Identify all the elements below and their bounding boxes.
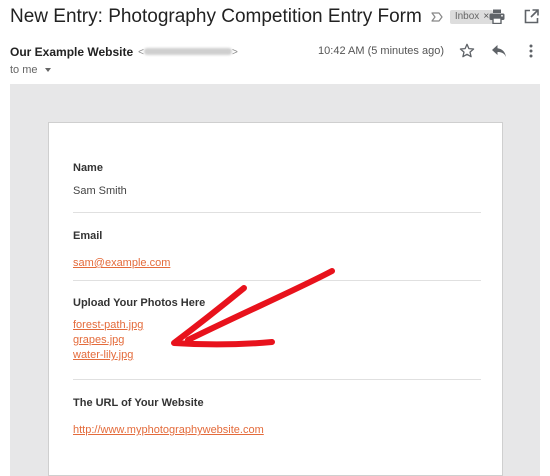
more-options-icon[interactable] (522, 42, 540, 60)
upload-label: Upload Your Photos Here (73, 297, 206, 309)
reply-icon[interactable] (490, 42, 508, 60)
subject-row: New Entry: Photography Competition Entry… (10, 5, 494, 29)
divider (73, 280, 481, 281)
open-in-new-window-icon[interactable] (522, 7, 540, 25)
inbox-label-text: Inbox (454, 11, 480, 22)
message-body: Name Sam Smith Email sam@example.com Upl… (10, 84, 540, 476)
email-subject: New Entry: Photography Competition Entry… (10, 6, 422, 27)
divider (73, 212, 481, 213)
email-link[interactable]: sam@example.com (73, 257, 170, 269)
email-label: Email (73, 230, 103, 242)
message-meta: 10:42 AM (5 minutes ago) (318, 42, 540, 60)
top-toolbar (488, 7, 540, 25)
form-entry-card: Name Sam Smith Email sam@example.com Upl… (48, 122, 503, 476)
recipient-details-toggle[interactable]: to me (10, 64, 51, 76)
name-field: Name Sam Smith (73, 162, 481, 197)
file-link[interactable]: water-lily.jpg (73, 349, 481, 361)
uploaded-file-list: forest-path.jpg grapes.jpg water-lily.jp… (73, 319, 481, 361)
website-url-link[interactable]: http://www.myphotographywebsite.com (73, 424, 264, 436)
message-actions (458, 42, 540, 60)
sender-row: Our Example Website < > (10, 45, 238, 59)
sender-name[interactable]: Our Example Website (10, 45, 133, 59)
redacted-email-address (144, 48, 232, 56)
importance-marker-icon[interactable] (430, 10, 444, 24)
recipient-label: to me (10, 64, 38, 76)
timestamp: 10:42 AM (5 minutes ago) (318, 45, 444, 57)
star-icon[interactable] (458, 42, 476, 60)
website-url-label: The URL of Your Website (73, 397, 204, 409)
chevron-down-icon (44, 68, 51, 72)
sender-email-close: > (232, 46, 238, 58)
name-value: Sam Smith (73, 185, 127, 197)
upload-field: Upload Your Photos Here forest-path.jpg … (73, 297, 481, 361)
print-icon[interactable] (488, 7, 506, 25)
divider (73, 379, 481, 380)
sender-email: < > (138, 47, 238, 58)
email-field: Email sam@example.com (73, 230, 481, 271)
inbox-label-chip[interactable]: Inbox × (449, 10, 494, 24)
website-url-field: The URL of Your Website http://www.mypho… (73, 397, 481, 438)
file-link[interactable]: grapes.jpg (73, 334, 481, 346)
file-link[interactable]: forest-path.jpg (73, 319, 481, 331)
name-label: Name (73, 162, 103, 174)
